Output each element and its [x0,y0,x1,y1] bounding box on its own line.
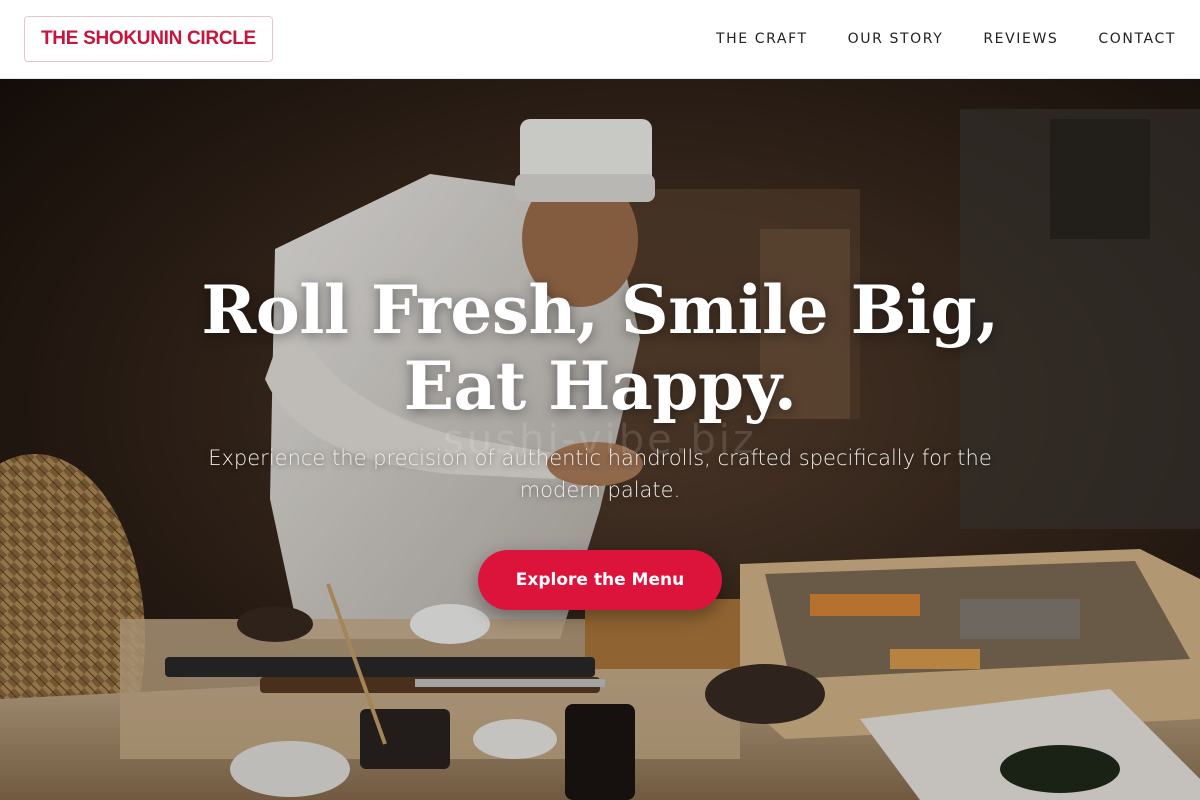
logo-link[interactable]: THE SHOKUNIN CIRCLE [24,16,273,62]
main-nav: THE CRAFT OUR STORY REVIEWS CONTACT [716,31,1176,47]
explore-menu-button[interactable]: Explore the Menu [478,550,722,610]
hero-section: sushi-vibe.biz Roll Fresh, Smile Big, Ea… [0,79,1200,800]
hero-title: Roll Fresh, Smile Big, Eat Happy. [201,271,999,425]
hero-subtitle: Experience the precision of authentic ha… [208,446,992,502]
nav-link-our-story[interactable]: OUR STORY [848,31,944,47]
nav-link-reviews[interactable]: REVIEWS [983,31,1058,47]
nav-link-the-craft[interactable]: THE CRAFT [716,31,808,47]
logo-text: THE SHOKUNIN CIRCLE [41,28,256,49]
site-header: THE SHOKUNIN CIRCLE THE CRAFT OUR STORY … [0,0,1200,79]
hero-content: Roll Fresh, Smile Big, Eat Happy. Experi… [150,272,1050,610]
nav-link-contact[interactable]: CONTACT [1098,31,1176,47]
